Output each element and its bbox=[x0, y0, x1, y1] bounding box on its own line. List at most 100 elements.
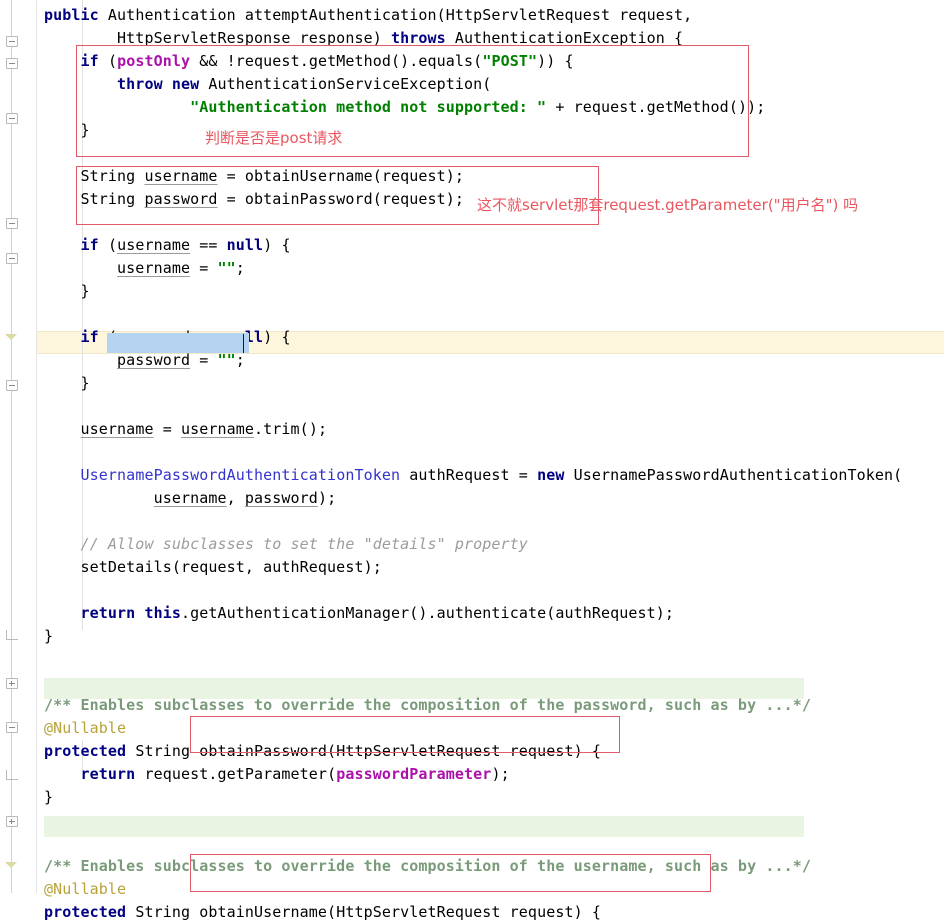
code-token-kw: new bbox=[171, 75, 209, 93]
code-line[interactable]: /** Enables subclasses to override the c… bbox=[44, 694, 811, 717]
code-line[interactable]: "Authentication method not supported: " … bbox=[44, 96, 765, 119]
code-line[interactable]: username, password); bbox=[44, 487, 337, 510]
code-token-kw: public bbox=[44, 6, 108, 24]
code-token-plain: = bbox=[190, 259, 218, 277]
code-token-plain: UsernamePasswordAuthenticationToken( bbox=[573, 466, 903, 484]
code-token-plain: ; bbox=[235, 259, 245, 277]
code-line[interactable]: @Nullable bbox=[44, 717, 126, 740]
code-token-type: UsernamePasswordAuthenticationToken bbox=[80, 466, 401, 484]
note-post-check: 判断是否是post请求 bbox=[205, 129, 343, 147]
note-get-parameter: 这不就servlet那套request.getParameter("用户名") … bbox=[477, 196, 859, 214]
code-token-plain: ); bbox=[317, 489, 337, 507]
code-line[interactable]: if (username == null) { bbox=[44, 234, 291, 257]
code-token-plain: = bbox=[153, 420, 181, 438]
code-token-plain: } bbox=[44, 121, 90, 139]
code-token-local: password bbox=[144, 190, 218, 208]
code-line[interactable]: } bbox=[44, 372, 90, 395]
code-token-plain: ( bbox=[107, 236, 118, 254]
code-line[interactable]: } bbox=[44, 280, 90, 303]
code-token-plain: .trim(); bbox=[254, 420, 328, 438]
code-token-plain: } bbox=[44, 374, 90, 392]
code-token-plain: String obtainPassword(HttpServletRequest… bbox=[135, 742, 601, 760]
code-line[interactable]: return this.getAuthenticationManager().a… bbox=[44, 602, 674, 625]
code-line[interactable]: UsernamePasswordAuthenticationToken auth… bbox=[44, 464, 903, 487]
code-token-cmt: // Allow subclasses to set the "details"… bbox=[44, 535, 528, 553]
code-line[interactable]: } bbox=[44, 786, 53, 809]
code-token-plain: = obtainPassword(request); bbox=[217, 190, 465, 208]
code-line[interactable]: HttpServletResponse response) throws Aut… bbox=[44, 27, 683, 50]
code-line[interactable]: String username = obtainUsername(request… bbox=[44, 165, 464, 188]
code-line[interactable]: public Authentication attemptAuthenticat… bbox=[44, 4, 692, 27]
code-text-layer[interactable]: public Authentication attemptAuthenticat… bbox=[0, 0, 944, 921]
code-token-plain: String bbox=[44, 190, 145, 208]
code-token-plain: } bbox=[44, 627, 54, 645]
code-token-str: "POST" bbox=[482, 52, 538, 70]
code-token-plain: AuthenticationServiceException( bbox=[208, 75, 492, 93]
code-token-plain: ( bbox=[107, 52, 118, 70]
code-token-anno: @Nullable bbox=[44, 719, 127, 737]
code-token-plain: .getAuthenticationManager().authenticate… bbox=[180, 604, 675, 622]
code-token-field: passwordParameter bbox=[336, 765, 492, 783]
code-token-plain: String bbox=[44, 167, 145, 185]
code-token-plain: ) { bbox=[263, 328, 291, 346]
code-token-plain: , bbox=[226, 489, 245, 507]
code-token-plain: request.getParameter( bbox=[144, 765, 337, 783]
text-caret bbox=[243, 334, 244, 353]
code-token-plain: ) { bbox=[263, 236, 291, 254]
code-token-local: username bbox=[117, 259, 191, 277]
code-token-kw: throws bbox=[390, 29, 455, 47]
code-editor[interactable]: public Authentication attemptAuthenticat… bbox=[0, 0, 944, 921]
code-line[interactable]: } bbox=[44, 625, 53, 648]
code-line[interactable]: protected String obtainUsername(HttpServ… bbox=[44, 901, 601, 924]
code-token-plain: Authentication attemptAuthentication(Htt… bbox=[107, 6, 693, 24]
code-line[interactable]: return request.getParameter(passwordPara… bbox=[44, 763, 510, 786]
code-line[interactable]: if (postOnly && !request.getMethod().equ… bbox=[44, 50, 574, 73]
code-token-plain: } bbox=[44, 788, 54, 806]
code-line[interactable]: // Allow subclasses to set the "details"… bbox=[44, 533, 528, 556]
code-token-local: username bbox=[153, 489, 227, 507]
code-line[interactable]: protected String obtainPassword(HttpServ… bbox=[44, 740, 601, 763]
code-token-str: "" bbox=[217, 259, 236, 277]
code-token-plain: ; bbox=[235, 351, 245, 369]
code-line[interactable]: } bbox=[44, 119, 90, 142]
code-token-plain: = obtainUsername(request); bbox=[217, 167, 465, 185]
code-line[interactable]: /** Enables subclasses to override the c… bbox=[44, 855, 811, 878]
code-line[interactable]: username = ""; bbox=[44, 257, 245, 280]
code-token-kw: throw bbox=[117, 75, 172, 93]
code-line[interactable]: String password = obtainPassword(request… bbox=[44, 188, 464, 211]
code-token-plain: String obtainUsername(HttpServletRequest… bbox=[135, 903, 601, 921]
code-token-plain: HttpServletResponse response) bbox=[44, 29, 391, 47]
code-token-plain: = bbox=[190, 351, 218, 369]
code-token-plain: authRequest = bbox=[400, 466, 538, 484]
code-token-plain: ); bbox=[491, 765, 510, 783]
code-token-field: postOnly bbox=[117, 52, 191, 70]
code-token-plain: AuthenticationException { bbox=[454, 29, 684, 47]
code-token-kw: return bbox=[80, 765, 145, 783]
code-token-kw: new bbox=[537, 466, 574, 484]
code-token-plain: setDetails(request, authRequest); bbox=[44, 558, 382, 576]
code-token-kw: if bbox=[80, 236, 108, 254]
code-token-anno: @Nullable bbox=[44, 880, 127, 898]
code-line[interactable]: throw new AuthenticationServiceException… bbox=[44, 73, 491, 96]
code-line[interactable]: setDetails(request, authRequest); bbox=[44, 556, 382, 579]
code-line[interactable]: @Nullable bbox=[44, 878, 126, 901]
code-token-local: password bbox=[117, 351, 191, 369]
code-token-str: "Authentication method not supported: " bbox=[190, 98, 547, 116]
code-token-doc: /** Enables subclasses to override the c… bbox=[44, 857, 811, 875]
code-token-local: username bbox=[144, 167, 218, 185]
code-token-kw: if bbox=[80, 52, 108, 70]
code-token-local: username bbox=[117, 236, 191, 254]
code-line[interactable]: username = username.trim(); bbox=[44, 418, 327, 441]
